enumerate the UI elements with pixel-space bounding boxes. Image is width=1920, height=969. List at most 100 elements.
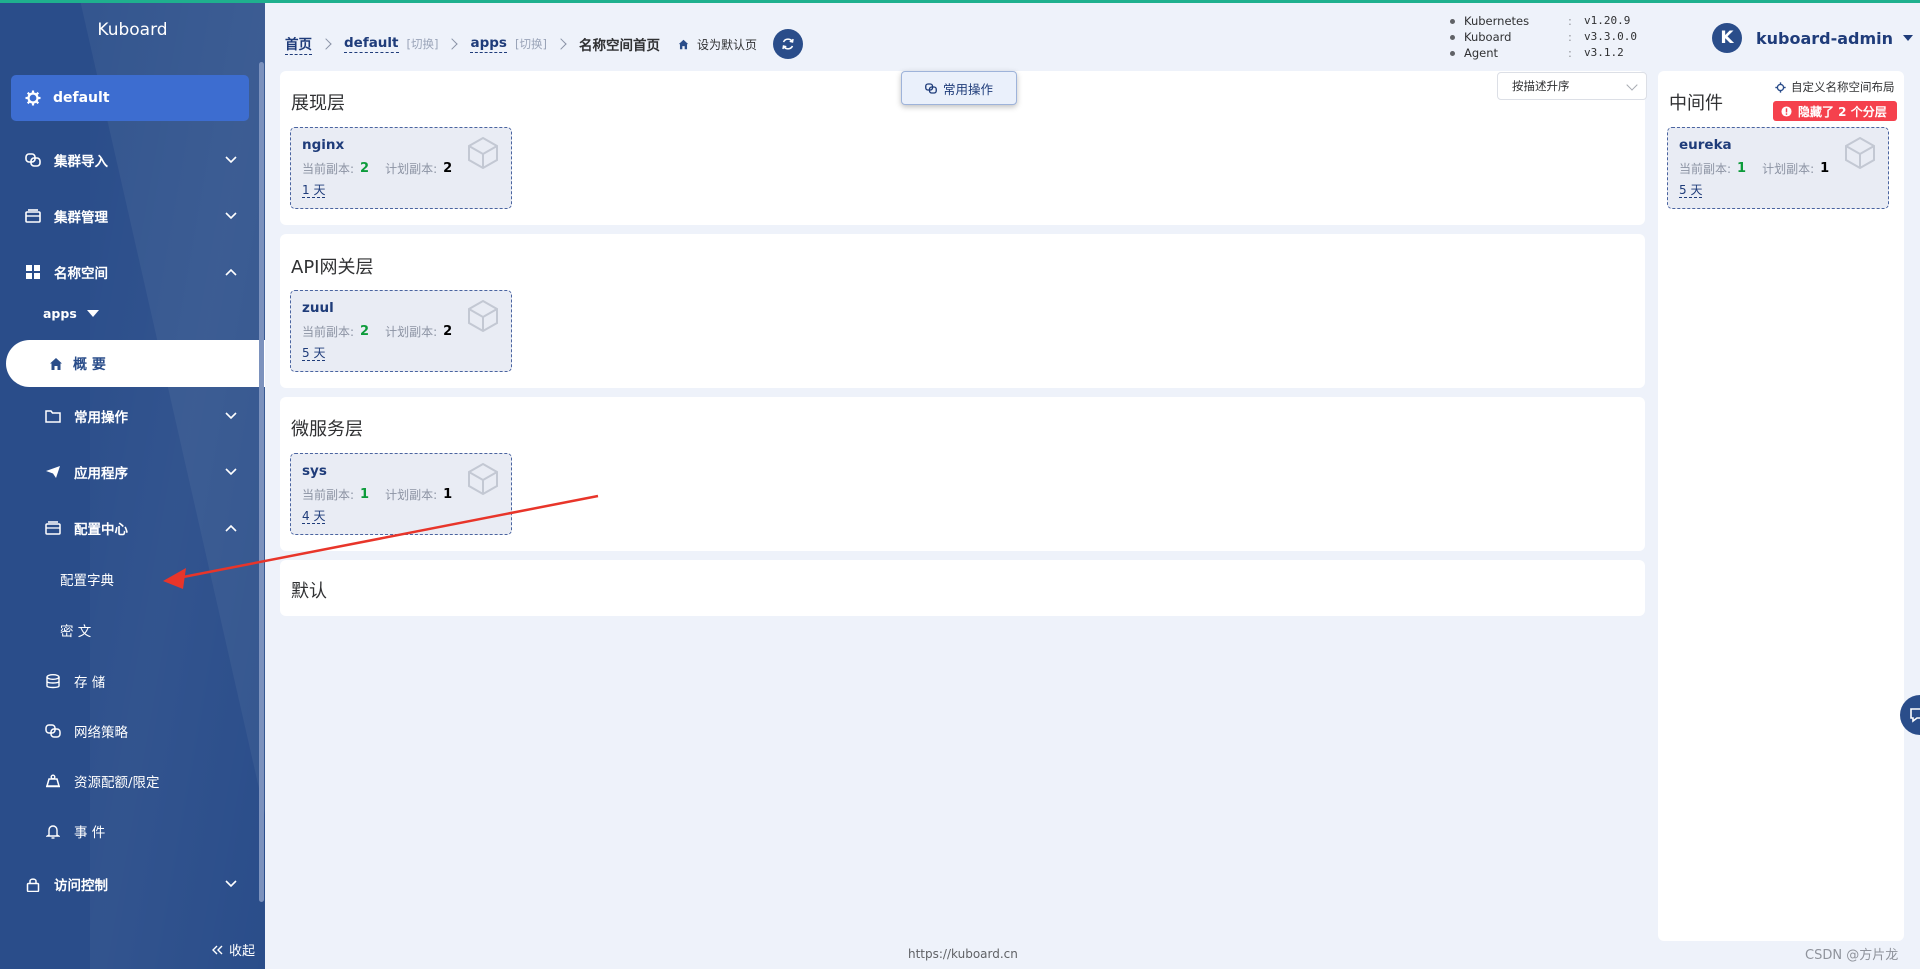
workload-card[interactable]: eureka 当前副本: 1 计划副本: 1 5 天 [1667,127,1889,209]
workload-name: eureka [1679,137,1732,153]
cluster-name: default [53,90,110,106]
sidebar-item-namespace[interactable]: 名称空间 [0,254,258,290]
chevron-down-icon [225,468,237,476]
workload-age: 1 天 [302,183,326,198]
set-default-page-button[interactable]: 设为默认页 [678,36,757,53]
folder-icon [44,407,62,425]
sidebar-item-config-dict[interactable]: 配置字典 [0,561,258,597]
database-icon [44,672,62,690]
refresh-icon [782,38,794,50]
planned-replicas-label: 计划副本: [1762,162,1815,176]
layer-title: API网关层 [291,257,374,278]
hidden-layers-label: 隐藏了 2 个分层 [1798,104,1887,119]
custom-layout-link[interactable]: 自定义名称空间布局 [1775,79,1895,95]
workload-age: 4 天 [302,509,326,524]
caret-down-icon [1903,35,1914,41]
breadcrumb-current: 名称空间首页 [578,38,660,54]
sidebar-item-label: 常用操作 [74,410,128,426]
cube-icon [468,299,498,333]
version-name: Agent [1464,46,1499,60]
version-row: Kubernetes: v1.20.9 [1450,13,1637,29]
workload-replicas: 当前副本: 2 计划副本: 2 [302,323,452,340]
version-name: Kubernetes [1464,14,1530,28]
user-name: kuboard-admin [1756,28,1894,48]
cluster-selector[interactable]: default [11,75,249,121]
namespace-name: apps [43,306,77,321]
breadcrumb-cluster[interactable]: default [344,35,399,53]
alert-icon [1781,105,1792,117]
header: 首页 default [切换] apps [切换] 名称空间首页 设为默认页 K… [265,3,1920,71]
sidebar-item-storage[interactable]: 存 储 [0,663,258,699]
collapse-sidebar-button[interactable]: 收起 [211,940,255,959]
layer-title: 展现层 [291,93,345,114]
sidebar-item-events[interactable]: 事 件 [0,813,258,849]
sidebar-item-cluster-manage[interactable]: 集群管理 [0,198,258,234]
workload-age: 5 天 [302,346,326,361]
sort-select[interactable]: 按描述升序 [1497,72,1647,100]
planned-replicas: 1 [443,487,453,502]
workload-card[interactable]: zuul 当前副本: 2 计划副本: 2 5 天 [290,290,512,372]
sidebar-item-common-ops[interactable]: 常用操作 [0,398,258,434]
refresh-button[interactable] [772,29,803,59]
hidden-layers-badge[interactable]: 隐藏了 2 个分层 [1773,101,1897,121]
cube-icon [468,136,498,170]
sidebar-item-resource-quota[interactable]: 资源配额/限定 [0,763,258,799]
version-value: v3.1.2 [1584,46,1624,59]
current-replicas: 1 [360,487,370,502]
workload-age: 5 天 [1679,183,1703,198]
middleware-title: 中间件 [1669,93,1723,114]
sidebar-item-label: 概 要 [73,356,106,373]
sidebar-item-access-control[interactable]: 访问控制 [0,866,258,902]
sidebar-item-secret[interactable]: 密 文 [0,612,258,648]
chevron-down-icon [225,212,237,220]
layer-panel: 默认 [280,560,1645,616]
home-icon [49,357,63,371]
breadcrumb: 首页 default [切换] apps [切换] 名称空间首页 设为默认页 [285,29,803,59]
chat-icon [1910,708,1920,723]
sidebar-item-label: 配置中心 [74,522,128,538]
sidebar-item-label: 访问控制 [54,878,108,894]
breadcrumb-namespace-switch[interactable]: [切换] [515,36,547,52]
sidebar-item-label: 配置字典 [60,573,114,589]
sidebar-item-apps[interactable]: 应用程序 [0,454,258,490]
sidebar-item-network-policy[interactable]: 网络策略 [0,713,258,749]
breadcrumb-cluster-switch[interactable]: [切换] [407,36,439,52]
workload-name: sys [302,463,327,479]
sidebar-item-label: 密 文 [60,624,92,640]
planned-replicas: 2 [443,161,453,176]
sidebar-item-label: 事 件 [74,825,106,841]
planned-replicas: 2 [443,324,453,339]
sidebar-item-label: 应用程序 [74,466,128,482]
sort-select-value: 按描述升序 [1512,79,1570,93]
send-icon [44,463,62,481]
current-replicas-label: 当前副本: [1679,162,1732,176]
server-icon [24,207,42,225]
common-ops-button[interactable]: 常用操作 [901,71,1017,105]
network-icon [44,722,62,740]
chevron-down-icon [225,412,237,420]
chevron-up-icon [225,524,237,532]
user-menu[interactable]: K kuboard-admin [1712,23,1914,53]
current-replicas: 2 [360,161,370,176]
workload-card[interactable]: sys 当前副本: 1 计划副本: 1 4 天 [290,453,512,535]
sidebar-item-label: 名称空间 [54,266,108,282]
planned-replicas-label: 计划副本: [385,162,438,176]
common-ops-label: 常用操作 [942,81,993,97]
sidebar-item-config-center[interactable]: 配置中心 [0,510,258,546]
sidebar-item-overview[interactable]: 概 要 [6,340,265,387]
breadcrumb-namespace[interactable]: apps [470,35,507,53]
version-row: Kuboard: v3.3.0.0 [1450,29,1637,45]
sidebar-scrollbar[interactable] [259,62,264,902]
chevron-down-icon [225,156,237,164]
workload-card[interactable]: nginx 当前副本: 2 计划副本: 2 1 天 [290,127,512,209]
layer-title: 默认 [291,581,327,602]
breadcrumb-home[interactable]: 首页 [285,33,312,55]
custom-layout-label: 自定义名称空间布局 [1791,80,1895,94]
namespace-selector[interactable]: apps [43,306,99,321]
sidebar-item-cluster-import[interactable]: 集群导入 [0,142,258,178]
chevron-right-icon [446,38,459,50]
planned-replicas-label: 计划副本: [385,488,438,502]
bell-icon [44,822,62,840]
chevron-down-icon [225,880,237,888]
workload-name: nginx [302,137,345,153]
